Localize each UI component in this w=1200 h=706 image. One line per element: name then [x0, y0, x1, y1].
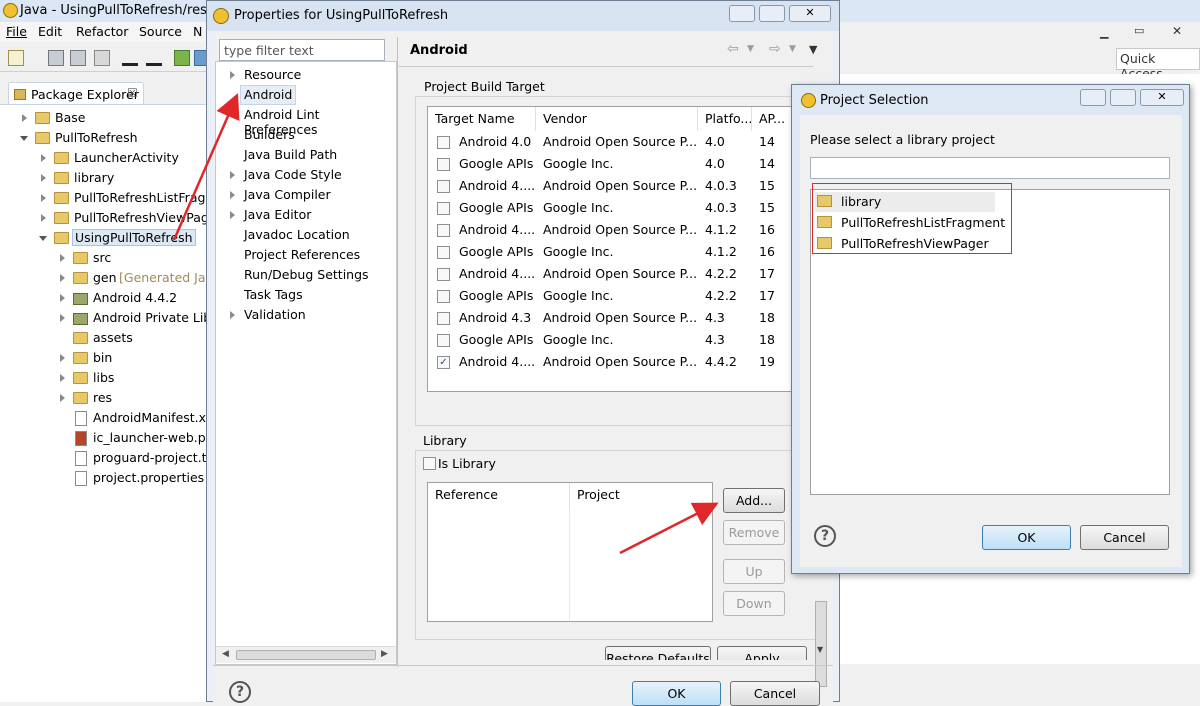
annotation-arrow-add — [619, 502, 719, 555]
annotation-arrow-android — [172, 93, 240, 241]
annotation-arrows — [172, 93, 719, 555]
